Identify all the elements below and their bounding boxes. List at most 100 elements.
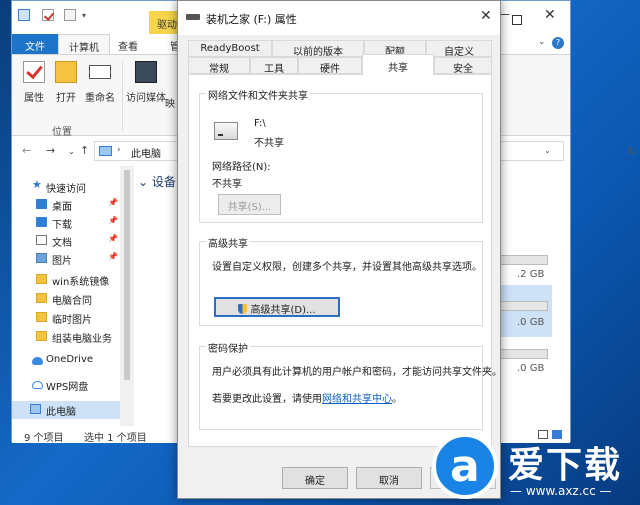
media-server-icon <box>135 61 157 83</box>
pin-icon: 📌 <box>108 216 118 225</box>
folder-icon <box>36 274 47 284</box>
password-change-prefix: 若要更改此设置，请使用 <box>212 394 322 405</box>
network-sharing-center-link[interactable]: 网络和共享中心 <box>322 394 392 405</box>
nav-item-desktop[interactable]: 桌面 📌 <box>12 196 122 214</box>
tab-hardware[interactable]: 硬件 <box>298 57 362 75</box>
hard-drive-icon <box>214 122 238 140</box>
download-icon <box>36 217 47 227</box>
tab-view[interactable]: 查看 <box>108 34 148 54</box>
advanced-sharing-group: 高级共享 设置自定义权限，创建多个共享，并设置其他高级共享选项。 高级共享(D)… <box>199 235 483 326</box>
maximize-button[interactable] <box>512 15 522 25</box>
share-button[interactable]: 共享(S)... <box>218 194 281 215</box>
forward-arrow-icon[interactable]: → <box>46 144 55 157</box>
new-folder-quick-icon[interactable] <box>64 9 76 21</box>
pin-icon: 📌 <box>108 198 118 207</box>
item-count: 9 个项目 <box>24 433 64 444</box>
cancel-button[interactable]: 取消 <box>356 467 422 489</box>
advanced-sharing-description: 设置自定义权限，创建多个共享，并设置其他高级共享选项。 <box>212 262 482 273</box>
close-button[interactable]: ✕ <box>544 7 556 23</box>
tab-previous-versions[interactable]: 以前的版本 <box>272 40 364 58</box>
recent-locations-icon[interactable]: ⌄ <box>68 147 75 156</box>
properties-button[interactable]: 属性 <box>16 61 52 104</box>
ok-button[interactable]: 确定 <box>282 467 348 489</box>
nav-item-folder[interactable]: 电脑合同 <box>12 290 122 308</box>
logo-circle-icon: a <box>432 433 498 499</box>
nav-item-this-pc[interactable]: 此电脑 <box>12 401 134 419</box>
sharing-tab-panel: 网络文件和文件夹共享 F:\ 不共享 网络路径(N): 不共享 共享(S)...… <box>188 74 502 447</box>
nav-onedrive-label: OneDrive <box>46 354 94 365</box>
tab-computer[interactable]: 计算机 <box>58 34 110 54</box>
password-protection-description: 用户必须具有此计算机的用户帐户和密码，才能访问共享文件夹。 <box>212 367 502 378</box>
network-path-value: 不共享 <box>212 179 242 190</box>
nav-item-label: 临时图片 <box>52 315 92 326</box>
breadcrumb-this-pc[interactable]: 此电脑 <box>131 145 161 160</box>
folder-icon <box>36 331 47 341</box>
refresh-icon[interactable]: ↻ <box>627 145 636 158</box>
address-dropdown-icon[interactable]: ⌄ <box>544 146 551 155</box>
tab-security[interactable]: 安全 <box>434 57 492 75</box>
this-pc-icon <box>30 404 41 414</box>
nav-quick-access[interactable]: ★ 快速访问 <box>12 178 122 196</box>
rename-button[interactable]: 重命名 <box>82 61 118 104</box>
back-arrow-icon[interactable]: ← <box>22 144 31 157</box>
logo-letter: a <box>450 441 480 492</box>
password-change-instruction: 若要更改此设置，请使用网络和共享中心。 <box>212 390 402 405</box>
tab-readyboost[interactable]: ReadyBoost <box>188 40 272 57</box>
desktop-icon <box>36 199 47 209</box>
drive-size-label: .0 GB <box>517 363 545 374</box>
selection-count: 选中 1 个项目 <box>84 433 147 444</box>
nav-item-label: 下载 <box>52 220 72 231</box>
dialog-close-button[interactable]: ✕ <box>480 8 492 24</box>
open-label: 打开 <box>56 93 76 104</box>
nav-item-folder[interactable]: 组装电脑业务 <box>12 328 122 346</box>
advanced-sharing-button-label: 高级共享(D)... <box>250 305 316 316</box>
nav-item-documents[interactable]: 文档 📌 <box>12 232 122 250</box>
drive-letter: F:\ <box>254 118 266 129</box>
wps-cloud-icon <box>32 381 43 389</box>
nav-item-pictures[interactable]: 图片 📌 <box>12 250 122 268</box>
open-folder-icon <box>55 61 77 83</box>
devices-section-label: 设备 <box>151 175 176 189</box>
nav-item-label: win系统镜像 <box>52 277 110 288</box>
computer-icon <box>18 9 30 21</box>
share-state: 不共享 <box>254 138 284 149</box>
open-button[interactable]: 打开 <box>48 61 84 104</box>
tab-customize[interactable]: 自定义 <box>426 40 492 58</box>
advanced-sharing-button[interactable]: 高级共享(D)... <box>214 297 340 317</box>
network-sharing-group: 网络文件和文件夹共享 F:\ 不共享 网络路径(N): 不共享 共享(S)... <box>199 87 483 223</box>
tab-tools[interactable]: 工具 <box>250 57 298 75</box>
nav-scrollbar-thumb[interactable] <box>124 170 130 380</box>
password-change-suffix: 。 <box>392 394 402 405</box>
network-path-label: 网络路径(N): <box>212 162 271 173</box>
pin-icon: 📌 <box>108 252 118 261</box>
ribbon-expand-icon[interactable]: ⌄ <box>538 37 546 47</box>
quick-access-dropdown-icon[interactable]: ▾ <box>82 11 86 20</box>
properties-label: 属性 <box>24 93 44 104</box>
chevron-down-icon: ⌄ <box>138 175 149 189</box>
nav-this-pc-label: 此电脑 <box>46 407 76 418</box>
password-protection-group: 密码保护 用户必须具有此计算机的用户帐户和密码，才能访问共享文件夹。 若要更改此… <box>199 340 502 430</box>
drive-size-label: .2 GB <box>517 269 545 280</box>
tab-file[interactable]: 文件 <box>12 34 58 54</box>
properties-quick-icon[interactable] <box>42 9 54 21</box>
nav-item-folder[interactable]: 临时图片 <box>12 309 122 327</box>
nav-item-onedrive[interactable]: OneDrive <box>12 352 122 370</box>
up-arrow-icon[interactable]: ↑ <box>80 144 89 157</box>
properties-icon <box>23 61 45 83</box>
tab-sharing[interactable]: 共享 <box>362 54 434 75</box>
password-protection-title: 密码保护 <box>206 340 250 355</box>
nav-item-label: 桌面 <box>52 202 72 213</box>
cloud-icon <box>32 357 43 365</box>
star-icon: ★ <box>32 178 42 191</box>
nav-item-wps[interactable]: WPS网盘 <box>12 376 122 394</box>
help-icon[interactable]: ? <box>552 37 564 49</box>
nav-item-folder[interactable]: win系统镜像 <box>12 271 122 289</box>
network-sharing-title: 网络文件和文件夹共享 <box>206 87 310 102</box>
nav-item-downloads[interactable]: 下载 📌 <box>12 214 122 232</box>
devices-section-header[interactable]: ⌄ 设备 <box>138 173 176 190</box>
folder-icon <box>36 312 47 322</box>
drive-size-label: .0 GB <box>517 317 545 328</box>
tab-general[interactable]: 常规 <box>188 57 250 75</box>
nav-wps-label: WPS网盘 <box>46 382 89 393</box>
dialog-title: 装机之家 (F:) 属性 <box>206 13 297 26</box>
